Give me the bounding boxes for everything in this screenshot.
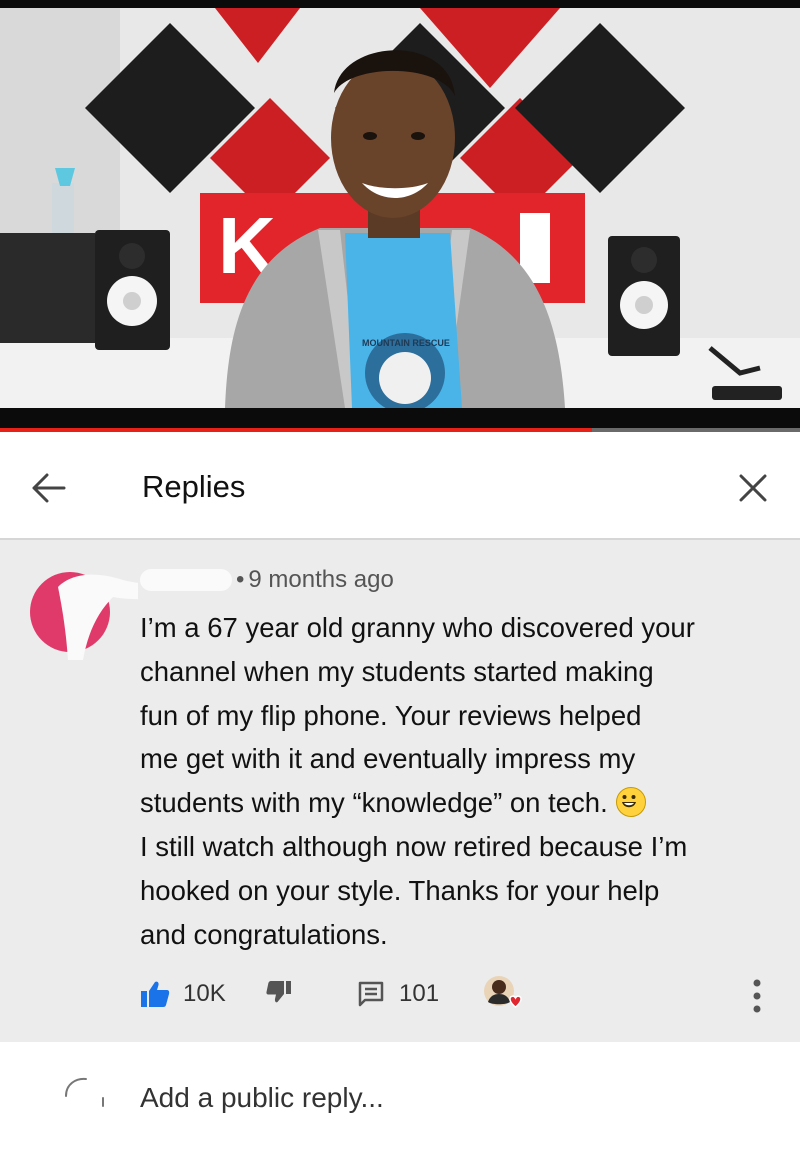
- thumbs-up-icon: [141, 981, 170, 1007]
- dislike-button[interactable]: [266, 980, 292, 1004]
- more-vertical-icon: [753, 979, 761, 1013]
- reply-count: 101: [399, 980, 440, 1007]
- comment-icon: [358, 981, 384, 1007]
- video-progress-fill: [0, 428, 592, 432]
- meta-separator: •: [236, 566, 245, 593]
- video-player[interactable]: K MOUNTAIN RESCUE: [0, 0, 800, 432]
- comment-line: and congratulations.: [140, 918, 388, 950]
- public-reply-input[interactable]: [140, 1078, 760, 1118]
- comment-body: I’m a 67 year old granny who discovered …: [140, 606, 760, 956]
- redacted-username: [140, 569, 232, 591]
- comment-actions: 10K 101: [140, 976, 780, 1014]
- like-button[interactable]: 10K: [140, 980, 226, 1008]
- comment-line: fun of my flip phone. Your reviews helpe…: [140, 699, 642, 731]
- video-thumbnail: K MOUNTAIN RESCUE: [0, 8, 800, 408]
- reply-input-bar: [0, 1042, 800, 1150]
- redacted-name-scribble: [58, 574, 138, 660]
- thumbs-down-icon: [266, 981, 291, 1003]
- reply-button[interactable]: 101: [358, 980, 439, 1008]
- comment-card: • 9 months ago I’m a 67 year old granny …: [0, 540, 800, 1042]
- close-button[interactable]: [728, 463, 778, 513]
- user-avatar-icon: [65, 1077, 104, 1107]
- video-progress-bar[interactable]: [0, 428, 800, 432]
- comment-line: hooked on your style. Thanks for your he…: [140, 874, 660, 906]
- arrow-left-icon: [32, 473, 66, 503]
- comment-line: students with my “knowledge” on tech.: [140, 787, 608, 819]
- comment-line: me get with it and eventually impress my: [140, 743, 636, 775]
- comment-line-with-emoji: students with my “knowledge” on tech.: [140, 781, 760, 825]
- creator-heart-icon: [484, 976, 522, 1008]
- comment-line: I still watch although now retired becau…: [140, 830, 688, 862]
- back-button[interactable]: [24, 463, 74, 513]
- more-options-button[interactable]: [752, 978, 762, 1014]
- creator-heart-badge: [482, 974, 524, 1016]
- replies-header: Replies: [0, 433, 800, 540]
- comment-line: channel when my students started making: [140, 655, 654, 687]
- comment-meta: • 9 months ago: [140, 566, 394, 594]
- smiley-face-icon: [615, 787, 646, 818]
- comment-line: I’m a 67 year old granny who discovered …: [140, 612, 695, 643]
- page-title: Replies: [142, 469, 246, 504]
- like-count: 10K: [183, 980, 226, 1007]
- shirt-text: MOUNTAIN RESCUE: [362, 338, 450, 348]
- close-icon: [739, 474, 767, 502]
- comment-timestamp: 9 months ago: [248, 566, 394, 593]
